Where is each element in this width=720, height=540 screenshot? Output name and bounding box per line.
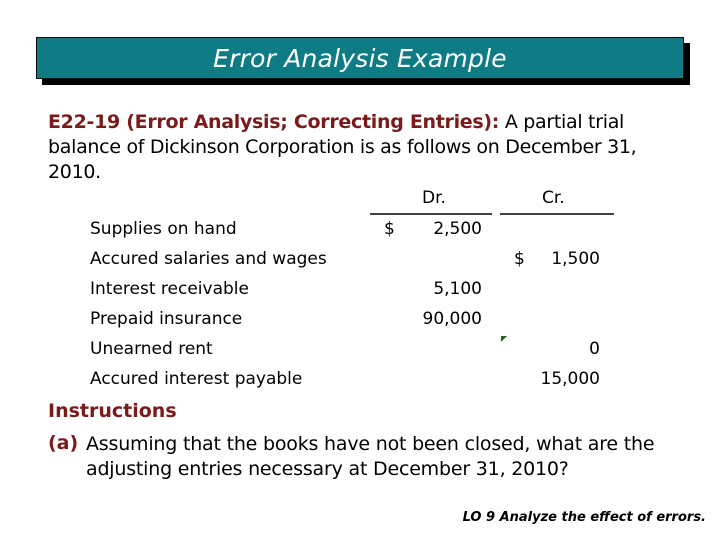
account-name: Unearned rent [90, 339, 213, 359]
account-name: Prepaid insurance [90, 309, 243, 329]
slide-title: Error Analysis Example [213, 43, 507, 73]
learning-objective-footer: LO 9 Analyze the effect of errors. [462, 510, 706, 525]
credit-amount: 0 [589, 339, 600, 359]
credit-column-header: Cr. [542, 188, 565, 208]
account-name: Interest receivable [90, 279, 249, 299]
credit-amount: 1,500 [551, 249, 600, 269]
debit-column-header: Dr. [422, 188, 446, 208]
account-name: Accured salaries and wages [90, 249, 327, 269]
instructions-heading: Instructions [48, 400, 177, 422]
debit-amount: 2,500 [433, 219, 482, 239]
title-bar: Error Analysis Example [36, 37, 684, 79]
credit-column-rule [500, 213, 614, 215]
debit-column-rule [370, 213, 492, 215]
account-name: Accured interest payable [90, 369, 303, 389]
exercise-reference: E22-19 (Error Analysis; Correcting Entri… [48, 111, 500, 133]
debit-amount: 90,000 [422, 309, 482, 329]
credit-currency-symbol: $ [514, 249, 525, 269]
instruction-text: Assuming that the books have not been cl… [86, 433, 655, 480]
account-name: Supplies on hand [90, 219, 237, 239]
instruction-marker: (a) [48, 432, 79, 454]
debit-amount: 5,100 [433, 279, 482, 299]
credit-amount: 15,000 [540, 369, 600, 389]
intro-paragraph: E22-19 (Error Analysis; Correcting Entri… [48, 110, 688, 185]
cell-error-indicator-icon [501, 336, 507, 342]
debit-currency-symbol: $ [384, 219, 395, 239]
